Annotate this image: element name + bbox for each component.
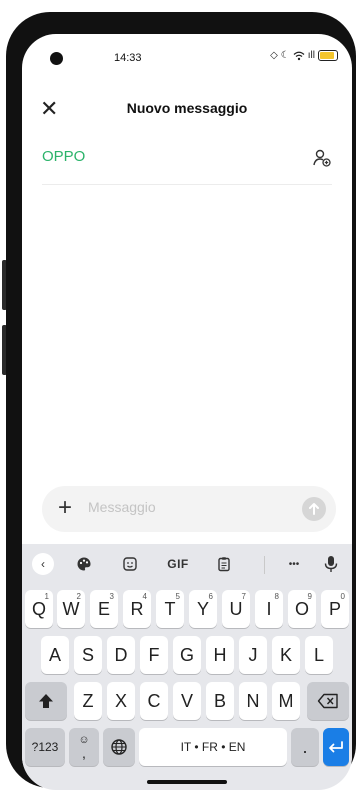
microphone-icon[interactable]: [320, 552, 342, 576]
key-o[interactable]: O9: [288, 590, 316, 628]
period-key[interactable]: .: [291, 728, 319, 766]
key-i[interactable]: I8: [255, 590, 283, 628]
header-bar: Nuovo messaggio ✕: [22, 90, 352, 130]
toolbar-back-icon[interactable]: ‹: [32, 553, 54, 575]
message-input[interactable]: [86, 498, 290, 516]
shift-key[interactable]: [25, 682, 67, 720]
key-d[interactable]: D: [107, 636, 135, 674]
status-icons: ◇ ☾ ıll: [270, 50, 338, 61]
key-p[interactable]: P0: [321, 590, 349, 628]
status-bar: 14:33 ◇ ☾ ıll: [22, 34, 352, 78]
attach-plus-icon[interactable]: +: [58, 494, 72, 522]
key-y[interactable]: Y6: [189, 590, 217, 628]
enter-icon: [329, 741, 343, 753]
key-g[interactable]: G: [173, 636, 201, 674]
more-options-icon[interactable]: •••: [280, 552, 308, 576]
page-title: Nuovo messaggio: [126, 100, 248, 116]
battery-icon: [318, 50, 338, 61]
globe-icon: [111, 739, 127, 755]
key-k[interactable]: K: [272, 636, 300, 674]
phone-body: 14:33 ◇ ☾ ıll Nuovo messaggio ✕ OPPO + M…: [6, 12, 356, 790]
signal-icon: ıll: [307, 50, 315, 61]
key-w[interactable]: W2: [57, 590, 85, 628]
symbols-key[interactable]: ?123: [25, 728, 65, 766]
keyboard: ‹ GIF ••• Q 1 W 2 E 3 R 4 T 5 Y 6 U 7 I …: [22, 544, 352, 790]
status-time: 14:33: [114, 52, 142, 64]
key-l[interactable]: L: [305, 636, 333, 674]
recipient-name[interactable]: OPPO: [42, 148, 85, 165]
message-composer: +: [42, 486, 336, 532]
key-q[interactable]: Q1: [25, 590, 53, 628]
wifi-icon: [293, 51, 305, 61]
key-f[interactable]: F: [140, 636, 168, 674]
key-h[interactable]: H: [206, 636, 234, 674]
keyboard-row-3: Z X C V B N M: [22, 682, 352, 720]
enter-key[interactable]: [323, 728, 349, 766]
add-contact-icon[interactable]: [312, 148, 332, 168]
arrow-up-icon: [309, 503, 319, 515]
emoji-icon: ☺: [78, 733, 90, 746]
toolbar-separator: [264, 556, 265, 574]
key-j[interactable]: J: [239, 636, 267, 674]
keyboard-toolbar: ‹ GIF •••: [22, 544, 352, 584]
space-key[interactable]: IT • FR • EN: [139, 728, 287, 766]
data-saver-icon: ◇: [270, 50, 278, 61]
backspace-icon: [317, 693, 338, 709]
device-frame: 14:33 ◇ ☾ ıll Nuovo messaggio ✕ OPPO + M…: [0, 0, 362, 796]
gif-button[interactable]: GIF: [162, 552, 194, 576]
keyboard-row-4: ?123 ☺ , IT • FR • EN .: [22, 728, 352, 766]
recipient-divider: [42, 184, 332, 185]
keyboard-row-1: Q1 W2 E3 R4 T5 Y6 U7 I8 O9 P0: [22, 590, 352, 628]
key-t[interactable]: T5: [156, 590, 184, 628]
clipboard-icon[interactable]: [212, 552, 236, 576]
sticker-icon[interactable]: [118, 552, 142, 576]
key-z[interactable]: Z: [74, 682, 102, 720]
key-m[interactable]: M: [272, 682, 300, 720]
key-e[interactable]: E3: [90, 590, 118, 628]
key-n[interactable]: N: [239, 682, 267, 720]
backspace-key[interactable]: [307, 682, 349, 720]
front-camera: [50, 52, 63, 65]
home-indicator[interactable]: [147, 780, 227, 784]
key-b[interactable]: B: [206, 682, 234, 720]
close-icon[interactable]: ✕: [40, 96, 58, 122]
screen: 14:33 ◇ ☾ ıll Nuovo messaggio ✕ OPPO + M…: [22, 34, 352, 790]
language-key[interactable]: [103, 728, 135, 766]
shift-icon: [39, 694, 53, 708]
keyboard-row-2: A S D F G H J K L: [22, 636, 352, 674]
palette-icon[interactable]: [72, 552, 96, 576]
key-u[interactable]: U7: [222, 590, 250, 628]
send-button[interactable]: [302, 497, 326, 521]
key-a[interactable]: A: [41, 636, 69, 674]
key-c[interactable]: C: [140, 682, 168, 720]
key-x[interactable]: X: [107, 682, 135, 720]
emoji-comma-key[interactable]: ☺ ,: [69, 728, 99, 766]
key-v[interactable]: V: [173, 682, 201, 720]
moon-icon: ☾: [280, 50, 290, 61]
key-r[interactable]: R4: [123, 590, 151, 628]
key-s[interactable]: S: [74, 636, 102, 674]
